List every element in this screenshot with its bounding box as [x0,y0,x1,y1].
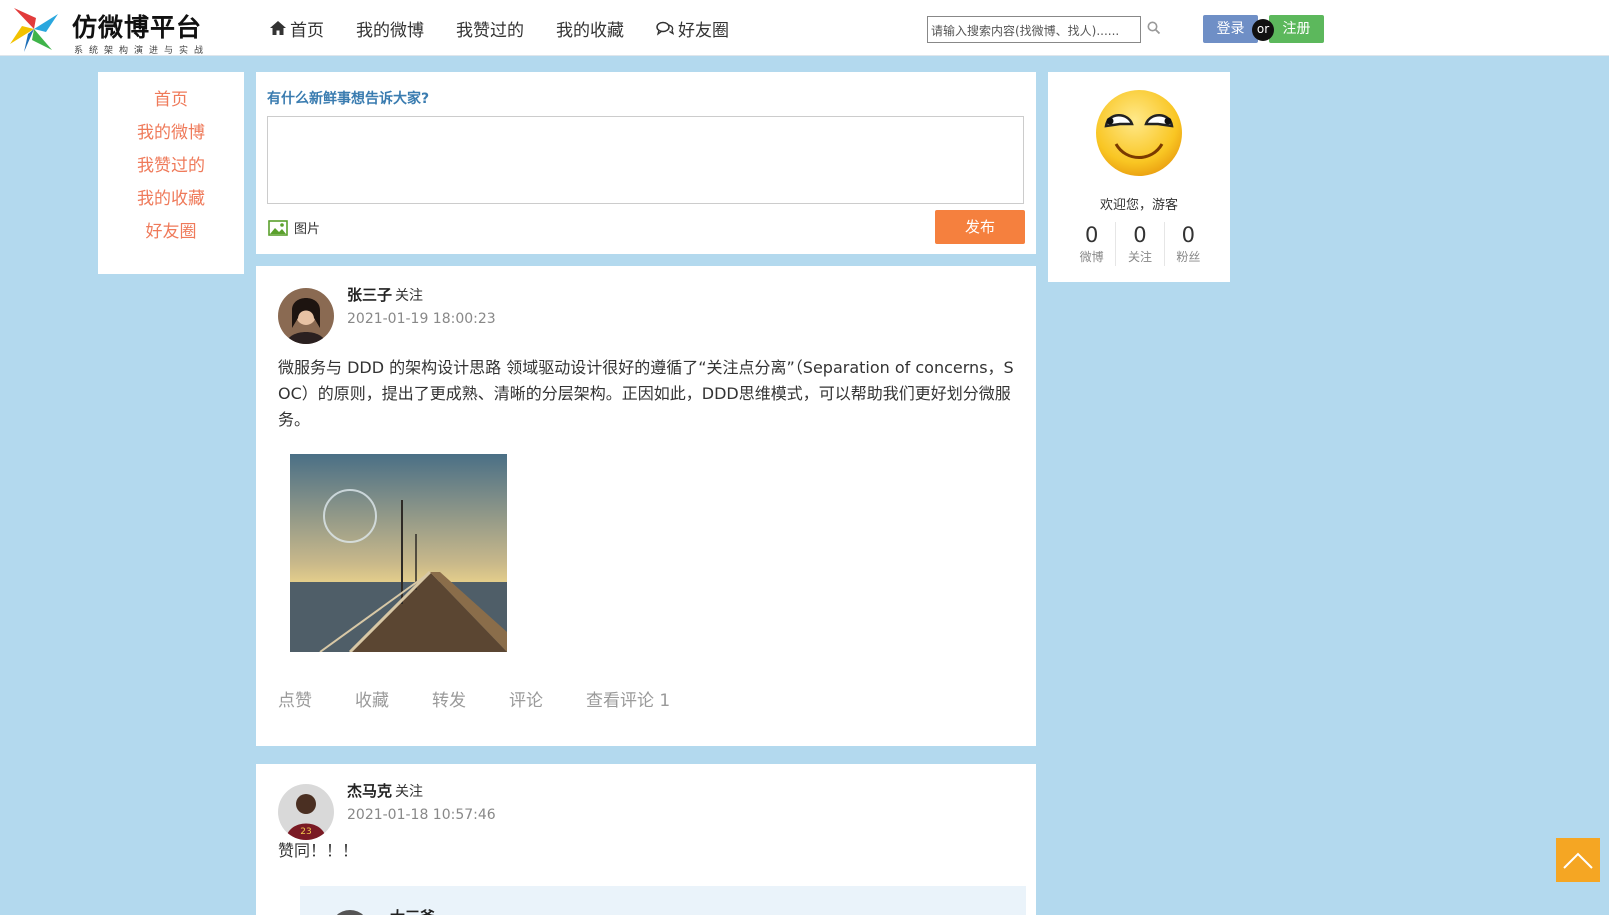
avatar[interactable] [278,288,334,344]
logo-subtitle: 系统架构演进与实战 [74,46,210,56]
attach-image-button[interactable]: 图片 [268,218,320,237]
main-nav: 首页 我的微博 我赞过的 我的收藏 好友圈 [270,0,761,56]
nav-home-label: 首页 [290,20,324,41]
stat-weibo-label: 微博 [1079,250,1104,264]
left-menu-my-weibo[interactable]: 我的微博 [98,119,244,152]
post-author-name[interactable]: 张三子 [347,286,392,304]
pinwheel-logo-icon [10,8,58,52]
comment-author[interactable]: 大三爷 [390,906,435,915]
post-card: 张三子 关注 2021-01-19 18:00:23 微服务与 DDD 的架构设计… [256,266,1036,746]
nav-friends[interactable]: 好友圈 [656,16,729,41]
stat-following-count: 0 [1133,223,1147,247]
home-icon [270,21,286,35]
stat-following[interactable]: 0 关注 [1116,222,1165,266]
register-button[interactable]: 注册 [1269,15,1324,43]
post-composer: 有什么新鲜事想告诉大家? 图片 发布 [256,72,1036,254]
like-button[interactable]: 点赞 [278,686,312,711]
search-icon[interactable] [1147,21,1161,35]
favorite-button[interactable]: 收藏 [355,686,389,711]
view-comments-button[interactable]: 查看评论 1 [586,686,670,711]
post-image[interactable] [290,454,507,652]
follow-button[interactable]: 关注 [395,288,423,304]
nav-liked-label: 我赞过的 [456,20,524,41]
composer-textarea[interactable] [267,116,1024,204]
post-text: 微服务与 DDD 的架构设计思路 领域驱动设计很好的遵循了“关注点分离”（Sep… [278,358,1014,429]
nav-favorites-label: 我的收藏 [556,20,624,41]
logo-title: 仿微博平台 [72,13,203,42]
nav-my-weibo[interactable]: 我的微博 [356,16,424,41]
search-input[interactable]: 请输入搜索内容(找微博、找人)...... [927,16,1141,43]
profile-card: 欢迎您，游客 0 微博 0 关注 0 粉丝 [1048,72,1230,282]
stat-weibo[interactable]: 0 微博 [1068,222,1117,266]
post-card: 23 杰马克关注 2021-01-18 10:57:46 赞同！！！ 大三爷 [256,764,1036,915]
repost-button[interactable]: 转发 [432,686,466,711]
site-logo[interactable]: 仿微博平台 系统架构演进与实战 [6,4,236,56]
profile-stats: 0 微博 0 关注 0 粉丝 [1068,222,1212,266]
left-menu-liked[interactable]: 我赞过的 [98,152,244,185]
nav-friends-label: 好友圈 [678,20,729,41]
publish-button[interactable]: 发布 [935,210,1025,244]
back-to-top-button[interactable] [1556,838,1600,882]
post-text: 赞同！！！ [278,841,359,860]
image-icon [268,219,288,236]
nav-liked[interactable]: 我赞过的 [456,16,524,41]
or-badge: or [1252,19,1274,41]
post-author-name[interactable]: 杰马克 [347,782,392,800]
avatar[interactable] [330,910,370,915]
stat-followers-count: 0 [1181,223,1195,247]
comment-button[interactable]: 评论 [509,686,543,711]
left-menu-home[interactable]: 首页 [98,86,244,119]
left-menu-friends[interactable]: 好友圈 [98,218,244,251]
follow-button[interactable]: 关注 [395,784,423,800]
left-menu: 首页 我的微博 我赞过的 我的收藏 好友圈 [98,72,244,274]
comments-icon [656,21,674,36]
attach-image-label: 图片 [294,222,321,237]
stat-followers[interactable]: 0 粉丝 [1165,222,1212,266]
welcome-text: 欢迎您，游客 [1099,198,1178,213]
top-header: 仿微博平台 系统架构演进与实战 首页 我的微博 我赞过的 我的收藏 好友圈 请输… [0,0,1609,56]
composer-title: 有什么新鲜事想告诉大家? [267,91,430,107]
post-author[interactable]: 张三子 关注 [347,284,423,305]
avatar[interactable] [1094,88,1184,182]
stat-weibo-count: 0 [1084,223,1099,247]
post-time: 2021-01-18 10:57:46 [347,807,496,823]
chevron-up-icon [1563,852,1593,869]
smiley-face-icon [1096,90,1182,176]
nav-home[interactable]: 首页 [270,16,324,41]
login-button[interactable]: 登录 [1203,15,1258,43]
avatar[interactable]: 23 [278,784,334,840]
post-actions: 点赞 收藏 转发 评论 查看评论 1 [278,686,713,711]
stat-followers-label: 粉丝 [1176,250,1201,264]
post-time: 2021-01-19 18:00:23 [347,311,496,327]
nav-favorites[interactable]: 我的收藏 [556,16,624,41]
comment-item: 大三爷 [300,886,1026,915]
stat-following-label: 关注 [1127,250,1152,264]
svg-text:23: 23 [300,827,311,837]
post-author[interactable]: 杰马克 关注 [347,780,423,801]
nav-my-weibo-label: 我的微博 [356,20,424,41]
left-menu-favorites[interactable]: 我的收藏 [98,185,244,218]
